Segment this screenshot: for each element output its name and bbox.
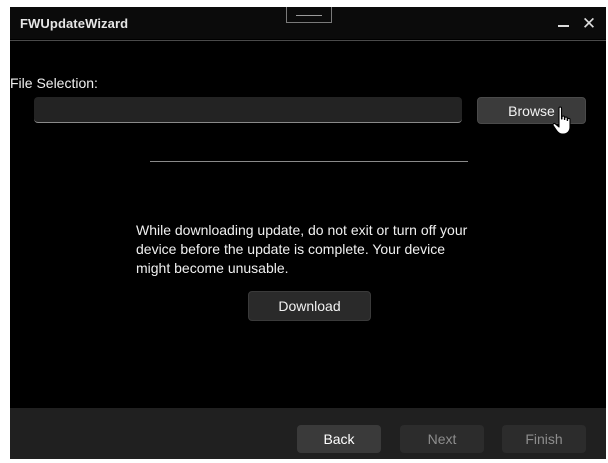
close-button[interactable]: ✕ — [576, 11, 602, 37]
download-button[interactable]: Download — [248, 291, 371, 321]
download-progress-bar — [150, 161, 468, 162]
finish-button[interactable]: Finish — [502, 425, 586, 453]
download-warning-text: While downloading update, do not exit or… — [136, 222, 468, 276]
hand-pointer-icon — [552, 106, 571, 135]
title-bar[interactable]: FWUpdateWizard ✕ — [10, 7, 606, 39]
next-button[interactable]: Next — [400, 425, 484, 453]
minimize-button[interactable] — [551, 11, 577, 37]
window-title: FWUpdateWizard — [20, 16, 129, 31]
drag-handle-icon[interactable] — [286, 7, 332, 23]
title-divider — [10, 40, 606, 41]
file-selection-label: File Selection: — [10, 75, 98, 91]
file-path-input[interactable] — [34, 97, 462, 123]
fw-update-wizard-window: FWUpdateWizard ✕ File Selection: Browse … — [10, 7, 606, 459]
back-button[interactable]: Back — [297, 425, 381, 453]
